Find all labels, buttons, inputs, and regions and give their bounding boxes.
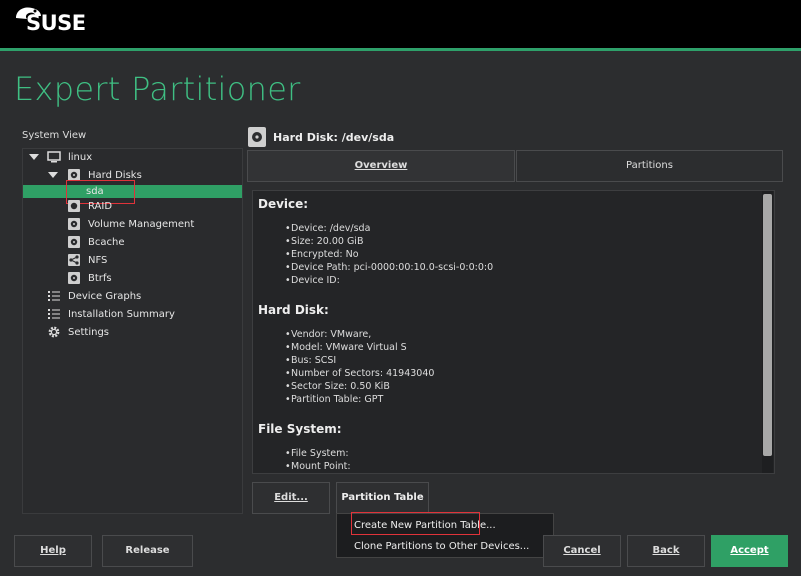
- disk-icon: [68, 200, 80, 212]
- detail-item: Mount Point:: [285, 461, 351, 472]
- tree-item-bcache[interactable]: Bcache: [23, 234, 242, 251]
- logo-text: SUSE: [26, 11, 86, 35]
- suse-logo: SUSE: [14, 4, 88, 36]
- tree-item-nfs[interactable]: NFS: [23, 252, 242, 269]
- detail-item: Bus: SCSI: [285, 355, 336, 366]
- tree-item-volume-management[interactable]: Volume Management: [23, 216, 242, 233]
- tree-item-label: Volume Management: [88, 219, 195, 230]
- tab-label: Partitions: [626, 160, 673, 171]
- tree-item-linux[interactable]: linux: [23, 149, 242, 166]
- gear-icon: [48, 326, 60, 338]
- tree-item-raid[interactable]: RAID: [23, 198, 242, 215]
- tree-item-btrfs[interactable]: Btrfs: [23, 270, 242, 287]
- button-label: Cancel: [563, 545, 601, 556]
- tree-item-label: Btrfs: [88, 273, 112, 284]
- list-icon: [48, 309, 60, 319]
- detail-item: Model: VMware Virtual S: [285, 342, 407, 353]
- release-notes-button[interactable]: Release Notes...: [102, 535, 193, 576]
- section-heading-hard-disk: Hard Disk:: [258, 303, 329, 317]
- help-button[interactable]: Help: [14, 535, 92, 567]
- section-heading-file-system: File System:: [258, 422, 342, 436]
- highlight-box: [351, 512, 480, 535]
- tree-item-label: RAID: [88, 201, 113, 212]
- share-icon: [68, 254, 80, 266]
- cancel-button[interactable]: Cancel: [543, 535, 621, 567]
- detail-item: Encrypted: No: [285, 249, 359, 260]
- tree-item-label: Settings: [68, 327, 110, 338]
- tab-partitions[interactable]: Partitions: [516, 150, 783, 182]
- disk-icon: [68, 218, 80, 230]
- tree-item-label: Bcache: [88, 237, 125, 248]
- detail-item: Vendor: VMware,: [285, 329, 371, 340]
- detail-item: Device ID:: [285, 275, 340, 286]
- button-label: Partition Table: [341, 492, 424, 503]
- accent-line: [0, 48, 801, 51]
- back-button[interactable]: Back: [627, 535, 705, 567]
- tree-item-label: Device Graphs: [68, 291, 142, 302]
- tree-item-settings[interactable]: Settings: [23, 324, 242, 341]
- detail-title: Hard Disk: /dev/sda: [273, 131, 395, 144]
- detail-item: Size: 20.00 GiB: [285, 236, 364, 247]
- list-icon: [48, 291, 60, 301]
- menu-item-clone-partitions[interactable]: Clone Partitions to Other Devices...: [354, 541, 529, 552]
- partition-table-button[interactable]: Partition Table: [336, 482, 429, 530]
- disk-icon: [248, 127, 266, 147]
- accept-button[interactable]: Accept: [711, 535, 788, 567]
- system-view-tree[interactable]: linux Hard Disks sda RAID Volume Managem…: [22, 148, 243, 514]
- detail-item: Device Path: pci-0000:00:10.0-scsi-0:0:0…: [285, 262, 493, 273]
- disk-icon: [68, 272, 80, 284]
- button-label: Edit...: [274, 492, 308, 503]
- section-heading-device: Device:: [258, 197, 309, 211]
- page-title: Expert Partitioner: [14, 70, 301, 108]
- top-bar: SUSE: [0, 0, 801, 48]
- tree-item-device-graphs[interactable]: Device Graphs: [23, 288, 242, 305]
- tree-item-label: linux: [68, 152, 93, 163]
- detail-item: File System:: [285, 448, 349, 459]
- disk-icon: [68, 236, 80, 248]
- detail-item: Number of Sectors: 41943040: [285, 368, 434, 379]
- expand-arrow-icon[interactable]: [29, 154, 39, 160]
- computer-icon: [47, 151, 61, 163]
- button-label: Accept: [730, 545, 769, 556]
- system-view-label: System View: [22, 130, 87, 141]
- tree-item-installation-summary[interactable]: Installation Summary: [23, 306, 242, 323]
- details-pane[interactable]: Device: Device: /dev/sda Size: 20.00 GiB…: [252, 190, 775, 474]
- expand-arrow-icon[interactable]: [48, 172, 58, 178]
- tree-item-label: NFS: [88, 255, 108, 266]
- tab-overview[interactable]: Overview: [247, 150, 515, 182]
- detail-item: Partition Table: GPT: [285, 394, 383, 405]
- tree-item-label: Installation Summary: [68, 309, 175, 320]
- edit-button[interactable]: Edit...: [252, 482, 330, 514]
- button-label: Help: [40, 545, 66, 556]
- scrollbar-thumb[interactable]: [763, 194, 772, 456]
- detail-item: Device: /dev/sda: [285, 223, 370, 234]
- tab-label: Overview: [354, 160, 408, 171]
- detail-item: Sector Size: 0.50 KiB: [285, 381, 390, 392]
- button-label: Back: [652, 545, 680, 556]
- button-label: Release Notes...: [125, 545, 170, 576]
